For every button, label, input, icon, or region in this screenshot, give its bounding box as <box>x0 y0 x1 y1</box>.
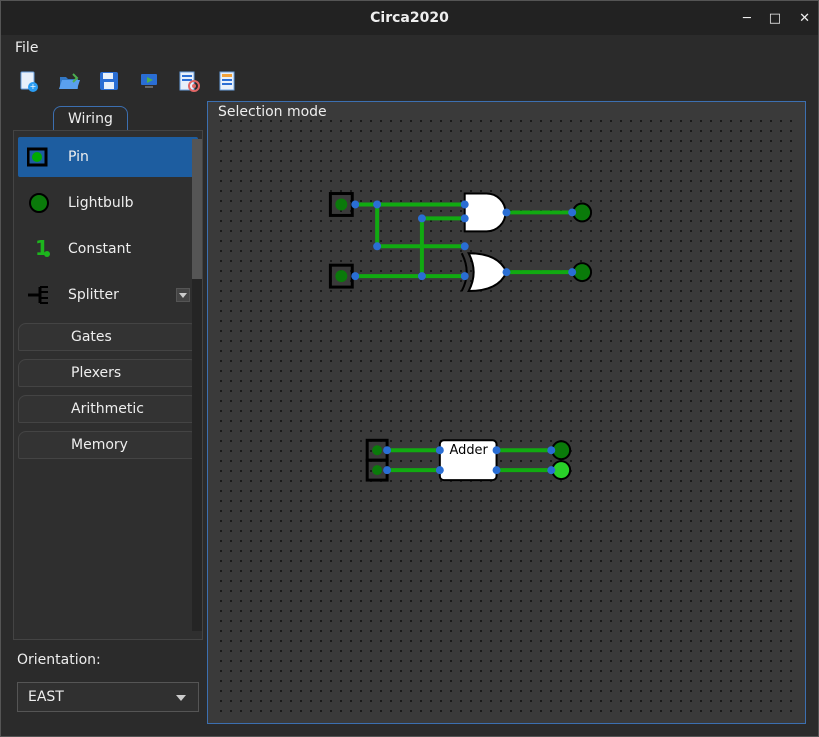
maximize-button[interactable]: □ <box>769 11 781 26</box>
tab-wiring[interactable]: Wiring <box>53 106 128 131</box>
constant-icon: 1 <box>26 237 54 261</box>
component-label: Constant <box>68 241 131 257</box>
new-file-icon[interactable]: + <box>17 69 41 93</box>
component-label: Lightbulb <box>68 195 133 211</box>
pin-component[interactable] <box>330 265 352 287</box>
and-gate[interactable] <box>465 194 506 232</box>
svg-text:+: + <box>30 82 37 91</box>
orientation-value: EAST <box>28 689 64 705</box>
xor-gate[interactable] <box>462 253 507 291</box>
close-button[interactable]: ✕ <box>799 11 810 26</box>
adder-component[interactable]: Adder <box>440 440 497 480</box>
window-title: Circa2020 <box>370 10 449 26</box>
palette-list: Pin Lightbulb 1 Constant <box>14 131 202 465</box>
palette-scrollbar[interactable] <box>192 139 202 631</box>
menu-file[interactable]: File <box>9 38 44 58</box>
orientation-select[interactable]: EAST <box>17 682 199 712</box>
category-plexers[interactable]: Plexers <box>18 359 198 387</box>
canvas-border: Selection mode <box>207 101 806 724</box>
lightbulb-icon <box>26 191 54 215</box>
save-icon[interactable] <box>97 69 121 93</box>
orientation-label: Orientation: <box>17 652 199 668</box>
app-window: Circa2020 ─ □ ✕ File + Wi <box>0 0 819 737</box>
palette-tab-row: Wiring <box>13 101 203 131</box>
minimize-button[interactable]: ─ <box>743 11 751 26</box>
toolbar: + <box>1 61 818 101</box>
expand-toggle[interactable] <box>176 288 190 302</box>
main-area: Wiring Pin Lightbulb <box>1 101 818 736</box>
canvas-area[interactable]: Selection mode <box>207 101 806 724</box>
menubar: File <box>1 35 818 61</box>
run-icon[interactable] <box>137 69 161 93</box>
window-controls: ─ □ ✕ <box>743 1 810 35</box>
properties-panel: Orientation: EAST <box>13 640 203 724</box>
titlebar: Circa2020 ─ □ ✕ <box>1 1 818 35</box>
pin-icon <box>26 145 54 169</box>
adder-label: Adder <box>450 443 489 458</box>
component-palette: Pin Lightbulb 1 Constant <box>13 130 203 640</box>
component-constant[interactable]: 1 Constant <box>18 229 198 269</box>
component-label: Pin <box>68 149 89 165</box>
category-gates[interactable]: Gates <box>18 323 198 351</box>
sheet-icon[interactable] <box>217 69 241 93</box>
category-memory[interactable]: Memory <box>18 431 198 459</box>
open-folder-icon[interactable] <box>57 69 81 93</box>
pin-component[interactable] <box>330 194 352 216</box>
category-arithmetic[interactable]: Arithmetic <box>18 395 198 423</box>
component-label: Splitter <box>68 287 119 303</box>
settings-icon[interactable] <box>177 69 201 93</box>
left-panel: Wiring Pin Lightbulb <box>13 101 203 724</box>
splitter-icon <box>26 283 54 307</box>
circuit-svg: Adder <box>208 102 805 679</box>
component-splitter[interactable]: Splitter <box>18 275 198 315</box>
component-lightbulb[interactable]: Lightbulb <box>18 183 198 223</box>
component-pin[interactable]: Pin <box>18 137 198 177</box>
